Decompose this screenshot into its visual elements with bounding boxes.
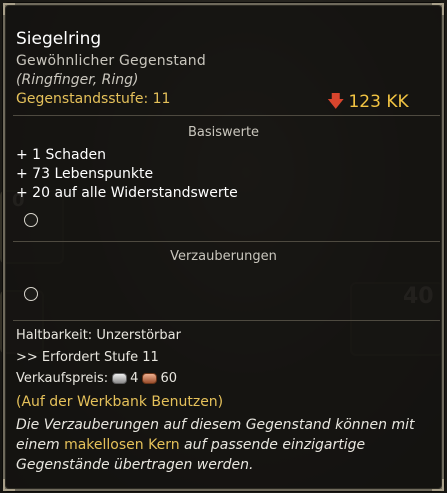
copper-coins-icon bbox=[142, 373, 158, 384]
durability-line: Haltbarkeit: Unzerstörbar bbox=[16, 328, 181, 343]
silver-coins-icon bbox=[112, 373, 128, 384]
durability-value: Unzerstörbar bbox=[96, 328, 181, 343]
item-power: 🡇 123 KK bbox=[327, 89, 409, 118]
stat-line: + 1 Schaden bbox=[16, 147, 106, 163]
sell-price-line: Verkaufspreis: 4 60 bbox=[16, 371, 177, 386]
item-name: Siegelring bbox=[16, 29, 102, 49]
level-requirement: >> Erfordert Stufe 11 bbox=[16, 350, 159, 365]
item-level-value: 11 bbox=[152, 91, 171, 107]
frame-corner bbox=[432, 3, 444, 15]
sell-price-silver: 4 bbox=[130, 371, 139, 386]
item-slot: (Ringfinger, Ring) bbox=[16, 72, 139, 88]
frame-corner bbox=[432, 479, 444, 491]
workbench-hint: (Auf der Werkbank Benutzen) bbox=[16, 394, 224, 410]
item-level: Gegenstandsstufe: 11 bbox=[16, 91, 170, 107]
section-title-verzauberungen: Verzauberungen bbox=[170, 249, 277, 264]
empty-enchant-socket-icon bbox=[24, 287, 38, 301]
item-description: Die Verzauberungen auf diesem Gegenstand… bbox=[16, 415, 434, 475]
item-power-value: 123 KK bbox=[348, 92, 409, 112]
sell-price-label: Verkaufspreis: bbox=[16, 371, 109, 386]
stat-line: + 73 Lebenspunkte bbox=[16, 166, 154, 182]
divider bbox=[13, 320, 440, 321]
sell-price-copper: 60 bbox=[160, 371, 177, 386]
divider bbox=[13, 241, 440, 242]
divider bbox=[13, 115, 440, 116]
description-highlight: makellosen Kern bbox=[64, 437, 180, 453]
stat-line: + 20 auf alle Widerstandswerte bbox=[16, 185, 238, 201]
frame-corner bbox=[3, 3, 15, 15]
arrow-down-icon: 🡇 bbox=[327, 92, 345, 112]
item-level-label: Gegenstandsstufe: bbox=[16, 91, 149, 107]
frame-corner bbox=[3, 479, 15, 491]
item-rarity: Gewöhnlicher Gegenstand bbox=[16, 53, 206, 69]
durability-label: Haltbarkeit: bbox=[16, 328, 93, 343]
section-title-basiswerte: Basiswerte bbox=[187, 125, 260, 140]
item-tooltip: Siegelring Gewöhnlicher Gegenstand (Ring… bbox=[3, 3, 444, 491]
empty-socket-icon bbox=[24, 213, 38, 227]
